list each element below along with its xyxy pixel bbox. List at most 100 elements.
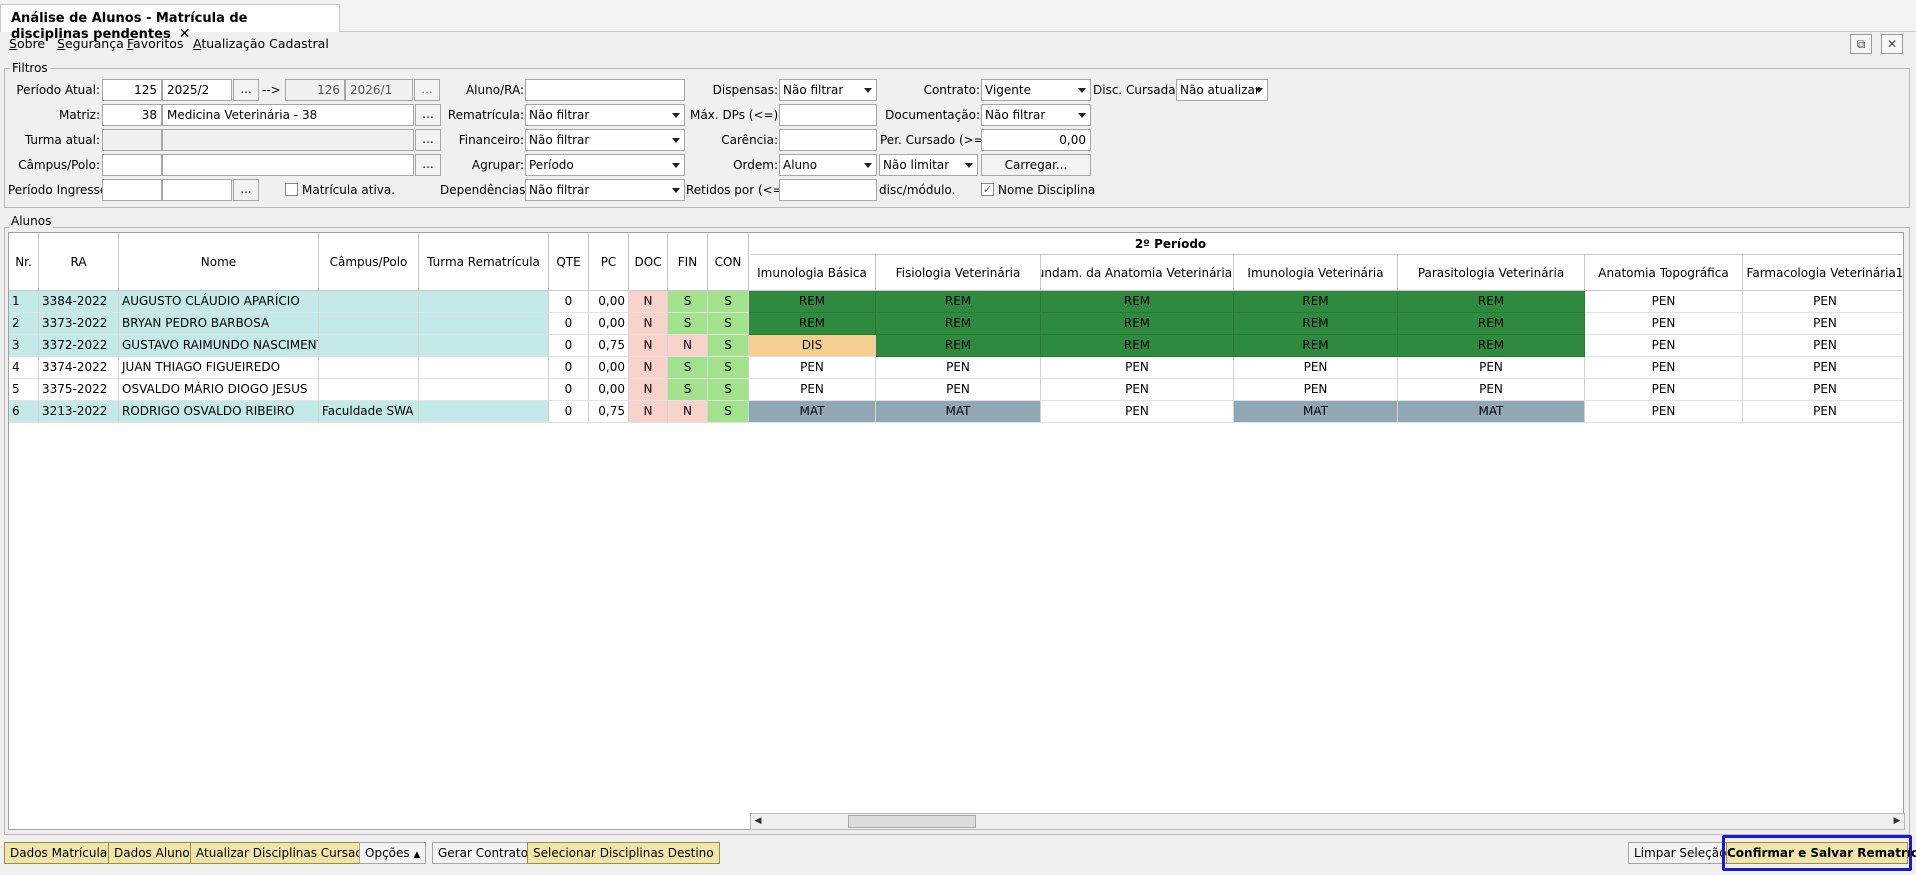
cell-fin[interactable]: S xyxy=(668,357,708,379)
cell-qte[interactable]: 0 xyxy=(549,335,589,357)
cell-nr[interactable]: 4 xyxy=(9,357,39,379)
scroll-right-icon[interactable]: ▶ xyxy=(1890,814,1904,829)
menu-favoritos[interactable]: Favoritos xyxy=(127,36,183,51)
cell-pc[interactable]: 0,00 xyxy=(589,379,629,401)
cell-nr[interactable]: 6 xyxy=(9,401,39,423)
cell-fin[interactable]: N xyxy=(668,335,708,357)
discipline-header[interactable]: Imunologia Básica xyxy=(749,255,876,291)
scroll-left-icon[interactable]: ◀ xyxy=(751,814,765,829)
cell-discipline-status[interactable]: PEN xyxy=(1585,291,1743,313)
cell-con[interactable]: S xyxy=(708,357,749,379)
cell-discipline-status[interactable]: REM xyxy=(1234,313,1398,335)
cell-nome[interactable]: OSVALDO MÁRIO DIOGO JESUS xyxy=(119,379,319,401)
menu-atualizacao-cadastral[interactable]: Atualização Cadastral xyxy=(193,36,329,51)
cell-discipline-status[interactable]: PEN xyxy=(1041,357,1234,379)
cell-qte[interactable]: 0 xyxy=(549,291,589,313)
cell-discipline-status[interactable]: REM xyxy=(1041,313,1234,335)
column-header[interactable]: Nr. xyxy=(9,233,39,291)
agrupar-select[interactable]: Período xyxy=(525,154,685,176)
cell-discipline-status[interactable]: PEN xyxy=(1585,357,1743,379)
horizontal-scrollbar[interactable]: ◀ ▶ xyxy=(750,813,1905,830)
aluno-ra-input[interactable] xyxy=(525,79,685,101)
cell-nr[interactable]: 5 xyxy=(9,379,39,401)
cell-pc[interactable]: 0,75 xyxy=(589,335,629,357)
column-header[interactable]: Turma Rematrícula xyxy=(419,233,549,291)
cell-discipline-status[interactable]: PEN xyxy=(1585,379,1743,401)
cell-discipline-status[interactable]: PEN xyxy=(1585,401,1743,423)
cell-discipline-status[interactable]: PEN xyxy=(1585,313,1743,335)
campus-polo-value[interactable] xyxy=(162,154,414,176)
opcoes-button[interactable]: Opções ▲ xyxy=(359,842,427,864)
discipline-header[interactable]: Anatomia Topográfica xyxy=(1585,255,1743,291)
cell-doc[interactable]: N xyxy=(629,357,668,379)
selecionar-destino-button[interactable]: Selecionar Disciplinas Destino xyxy=(527,842,720,864)
cell-qte[interactable]: 0 xyxy=(549,357,589,379)
limpar-selecao-button[interactable]: Limpar Seleção xyxy=(1628,842,1733,864)
cell-con[interactable]: S xyxy=(708,335,749,357)
carregar-button[interactable]: Carregar... xyxy=(981,154,1091,176)
atualizar-disciplinas-button[interactable]: Atualizar Disciplinas Cursadas xyxy=(190,842,383,864)
scrollbar-thumb[interactable] xyxy=(848,815,976,828)
cell-campus[interactable] xyxy=(319,335,419,357)
periodo-from-value[interactable]: 2025/2 xyxy=(162,79,232,101)
cell-nome[interactable]: JUAN THIAGO FIGUEIREDO xyxy=(119,357,319,379)
cell-ra[interactable]: 3213-2022 xyxy=(39,401,119,423)
cell-discipline-status[interactable]: REM xyxy=(749,313,876,335)
cell-ra[interactable]: 3375-2022 xyxy=(39,379,119,401)
cell-pc[interactable]: 0,00 xyxy=(589,291,629,313)
discipline-header[interactable]: Fundam. da Anatomia Veterinária... xyxy=(1041,255,1234,291)
cell-discipline-status[interactable]: DIS xyxy=(749,335,876,357)
cell-discipline-status[interactable]: MAT xyxy=(876,401,1041,423)
turma-atual-lookup-button[interactable]: ... xyxy=(415,129,441,151)
cell-nome[interactable]: RODRIGO OSVALDO RIBEIRO xyxy=(119,401,319,423)
nome-disciplina-checkbox[interactable]: ✓ xyxy=(981,183,994,196)
cell-discipline-status[interactable]: REM xyxy=(876,291,1041,313)
cell-discipline-status[interactable]: REM xyxy=(1041,335,1234,357)
dados-matriculas-button[interactable]: Dados Matrículas xyxy=(4,842,120,864)
cell-pc[interactable]: 0,00 xyxy=(589,357,629,379)
cell-discipline-status[interactable]: REM xyxy=(749,291,876,313)
campus-polo-lookup-button[interactable]: ... xyxy=(415,154,441,176)
campus-polo-code[interactable] xyxy=(102,154,162,176)
cell-discipline-status[interactable]: REM xyxy=(1234,335,1398,357)
cell-con[interactable]: S xyxy=(708,401,749,423)
cell-turma[interactable] xyxy=(419,379,549,401)
cell-nome[interactable]: GUSTAVO RAIMUNDO NASCIMENTO xyxy=(119,335,319,357)
cell-doc[interactable]: N xyxy=(629,335,668,357)
menu-sobre[interactable]: Sobre xyxy=(9,36,45,51)
cell-nr[interactable]: 1 xyxy=(9,291,39,313)
disc-cursadas-select[interactable]: Não atualizar xyxy=(1176,79,1268,101)
column-header[interactable]: Câmpus/Polo xyxy=(319,233,419,291)
matriz-lookup-button[interactable]: ... xyxy=(415,104,441,126)
cell-fin[interactable]: N xyxy=(668,401,708,423)
cell-discipline-status[interactable]: PEN xyxy=(1743,379,1903,401)
periodo-from-lookup-button[interactable]: ... xyxy=(233,79,259,101)
cell-qte[interactable]: 0 xyxy=(549,313,589,335)
periodo-ingresso-code[interactable] xyxy=(102,179,162,201)
cell-qte[interactable]: 0 xyxy=(549,379,589,401)
cell-discipline-status[interactable]: PEN xyxy=(749,379,876,401)
cell-discipline-status[interactable]: PEN xyxy=(1234,379,1398,401)
periodo-ingresso-value[interactable] xyxy=(162,179,232,201)
cell-discipline-status[interactable]: PEN xyxy=(876,379,1041,401)
cell-discipline-status[interactable]: PEN xyxy=(1743,357,1903,379)
cell-turma[interactable] xyxy=(419,401,549,423)
cell-ra[interactable]: 3373-2022 xyxy=(39,313,119,335)
cell-discipline-status[interactable]: REM xyxy=(1398,313,1585,335)
cell-nr[interactable]: 3 xyxy=(9,335,39,357)
ordem-select[interactable]: Aluno xyxy=(779,154,877,176)
cell-fin[interactable]: S xyxy=(668,313,708,335)
column-header[interactable]: PC xyxy=(589,233,629,291)
cell-discipline-status[interactable]: PEN xyxy=(1743,335,1903,357)
close-window-icon[interactable]: ✕ xyxy=(1881,34,1903,54)
matricula-ativa-checkbox[interactable] xyxy=(285,183,298,196)
cell-fin[interactable]: S xyxy=(668,379,708,401)
cell-turma[interactable] xyxy=(419,335,549,357)
cell-discipline-status[interactable]: PEN xyxy=(1743,401,1903,423)
documentacao-select[interactable]: Não filtrar xyxy=(981,104,1091,126)
per-cursado-input[interactable]: 0,00 xyxy=(981,129,1091,151)
cell-nome[interactable]: BRYAN PEDRO BARBOSA xyxy=(119,313,319,335)
discipline-header[interactable]: Fisiologia Veterinária xyxy=(876,255,1041,291)
cell-con[interactable]: S xyxy=(708,313,749,335)
periodo-ingresso-lookup-button[interactable]: ... xyxy=(233,179,259,201)
